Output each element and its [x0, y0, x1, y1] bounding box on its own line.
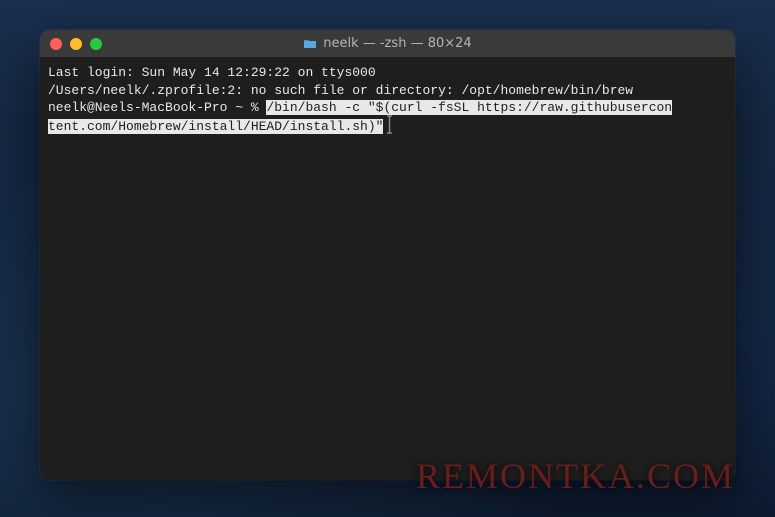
selected-command-part2[interactable]: tent.com/Homebrew/install/HEAD/install.s… [48, 119, 383, 134]
folder-icon [303, 38, 317, 49]
text-cursor-icon [385, 117, 392, 134]
maximize-button[interactable] [90, 38, 102, 50]
traffic-lights [50, 38, 102, 50]
error-line: /Users/neelk/.zprofile:2: no such file o… [48, 82, 727, 100]
command-continuation: tent.com/Homebrew/install/HEAD/install.s… [48, 117, 727, 136]
close-button[interactable] [50, 38, 62, 50]
title-text: neelk — -zsh — 80×24 [323, 36, 471, 51]
terminal-output[interactable]: Last login: Sun May 14 12:29:22 on ttys0… [40, 58, 735, 480]
terminal-window: neelk — -zsh — 80×24 Last login: Sun May… [40, 30, 735, 480]
selected-command-part1[interactable]: /bin/bash -c "$(curl -fsSL https://raw.g… [266, 100, 672, 115]
last-login-line: Last login: Sun May 14 12:29:22 on ttys0… [48, 64, 727, 82]
window-title: neelk — -zsh — 80×24 [50, 36, 725, 51]
minimize-button[interactable] [70, 38, 82, 50]
window-titlebar[interactable]: neelk — -zsh — 80×24 [40, 30, 735, 58]
shell-prompt: neelk@Neels-MacBook-Pro ~ % [48, 100, 266, 115]
